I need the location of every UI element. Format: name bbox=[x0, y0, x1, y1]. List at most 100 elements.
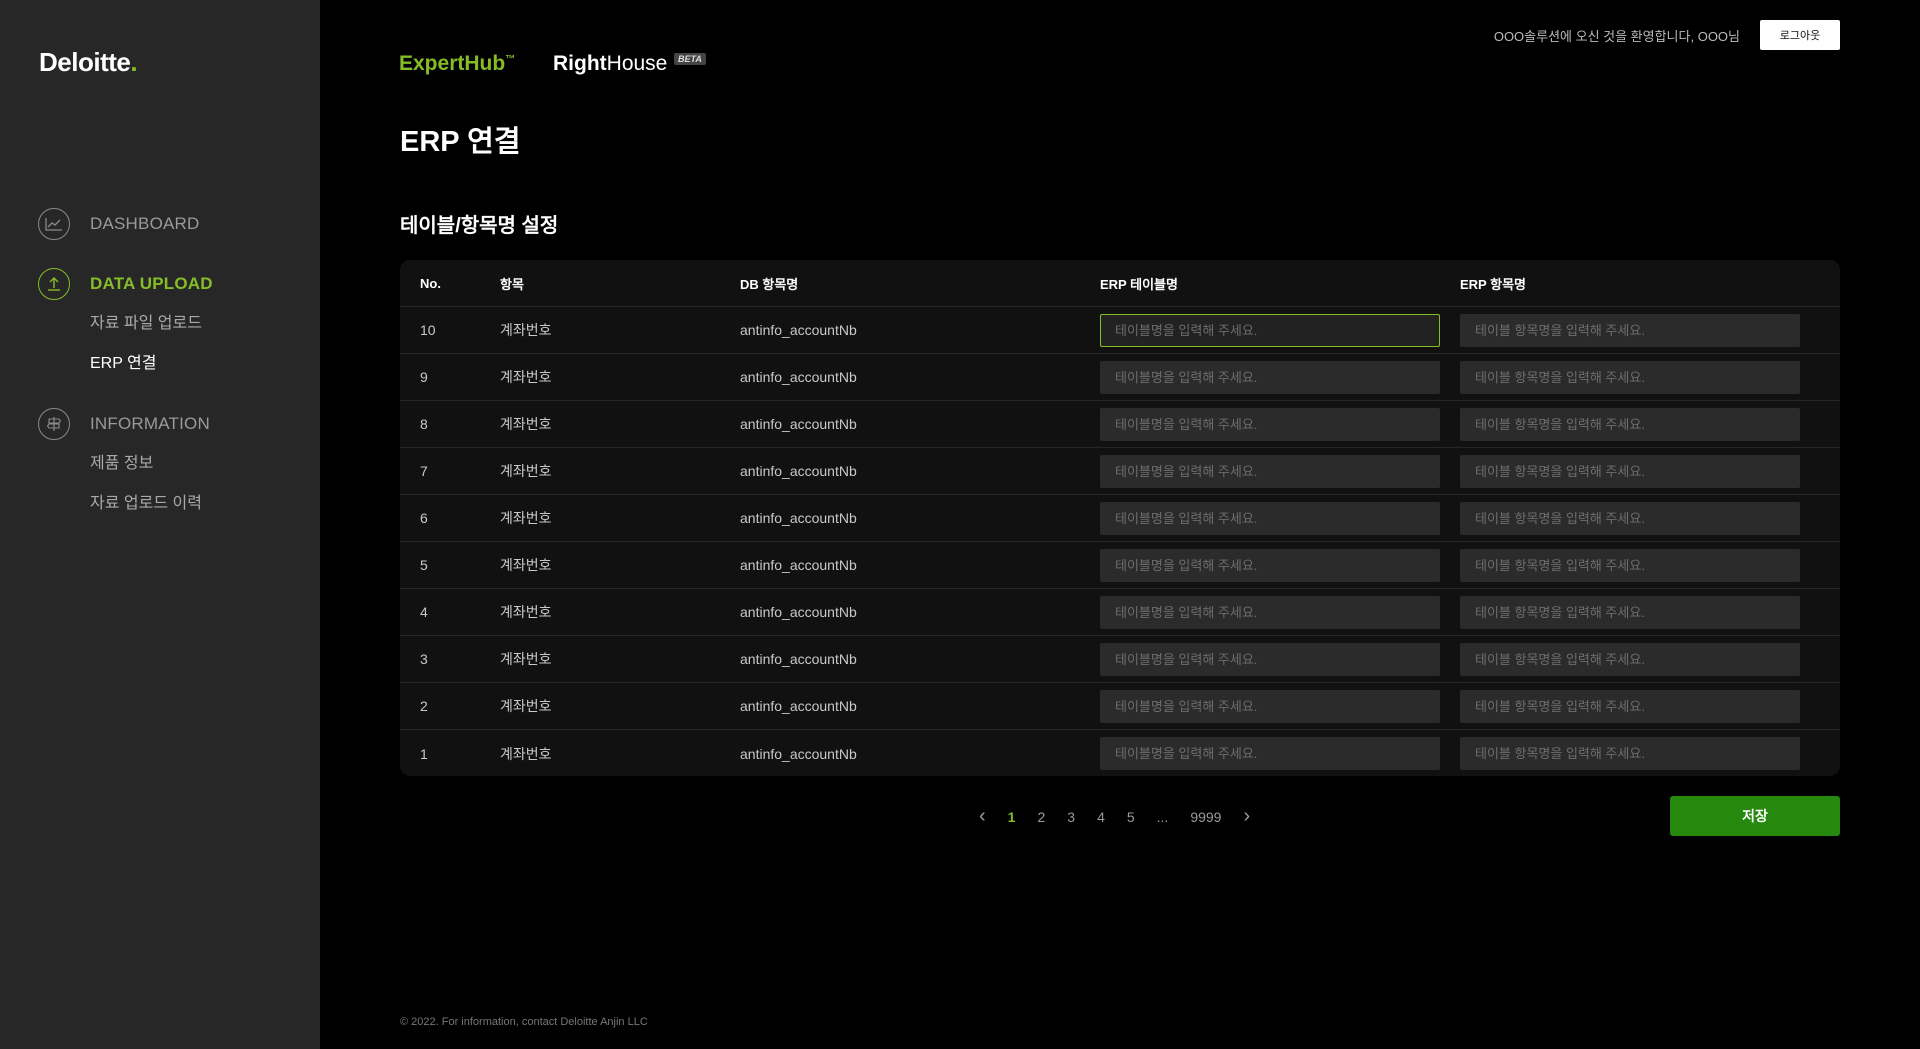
experthub-logo[interactable]: ExpertHub™ bbox=[399, 52, 515, 76]
cell-db-name: antinfo_accountNb bbox=[740, 745, 857, 762]
header-erp-table: ERP 테이블명 bbox=[1100, 276, 1178, 292]
table-row: 6 계좌번호 antinfo_accountNb bbox=[400, 495, 1840, 542]
erp-item-input[interactable] bbox=[1460, 595, 1800, 629]
cell-erp-item bbox=[1460, 595, 1840, 629]
logo-text: Deloitte bbox=[39, 47, 131, 77]
cell-no: 4 bbox=[420, 604, 428, 620]
nav-data-upload[interactable]: DATA UPLOAD 자료 파일 업로드 ERP 연결 bbox=[38, 268, 213, 384]
page-1[interactable]: 1 bbox=[1008, 809, 1016, 825]
page-last[interactable]: 9999 bbox=[1190, 809, 1221, 825]
nav-data-upload-label: DATA UPLOAD bbox=[90, 274, 213, 293]
table-row: 1 계좌번호 antinfo_accountNb bbox=[400, 730, 1840, 776]
cell-db-name: antinfo_accountNb bbox=[740, 557, 857, 573]
cell-item: 계좌번호 bbox=[500, 745, 552, 762]
cell-erp-table bbox=[1100, 313, 1460, 347]
cell-db-name: antinfo_accountNb bbox=[740, 604, 857, 620]
table-row: 10 계좌번호 antinfo_accountNb bbox=[400, 307, 1840, 354]
erp-table-input[interactable] bbox=[1100, 689, 1440, 723]
next-page-button[interactable]: › bbox=[1243, 805, 1250, 828]
page-2[interactable]: 2 bbox=[1037, 809, 1045, 825]
cell-item: 계좌번호 bbox=[500, 510, 552, 526]
erp-item-input[interactable] bbox=[1460, 407, 1800, 441]
cell-no: 1 bbox=[420, 745, 428, 762]
nav-dashboard[interactable]: DASHBOARD bbox=[38, 208, 200, 240]
sidebar-item-file-upload[interactable]: 자료 파일 업로드 bbox=[90, 304, 213, 344]
erp-table-input[interactable] bbox=[1100, 454, 1440, 488]
erp-item-input[interactable] bbox=[1460, 313, 1800, 347]
table-row: 3 계좌번호 antinfo_accountNb bbox=[400, 636, 1840, 683]
header-item: 항목 bbox=[500, 276, 524, 292]
cell-erp-item bbox=[1460, 642, 1840, 676]
erp-item-input[interactable] bbox=[1460, 454, 1800, 488]
nav-information-label: INFORMATION bbox=[90, 414, 210, 433]
page-ellipsis: ... bbox=[1156, 808, 1169, 825]
cell-no: 8 bbox=[420, 416, 428, 432]
righthouse-light: House bbox=[606, 52, 668, 75]
erp-item-input[interactable] bbox=[1460, 642, 1800, 676]
erp-item-input[interactable] bbox=[1460, 501, 1800, 535]
page-5[interactable]: 5 bbox=[1127, 809, 1135, 825]
righthouse-logo[interactable]: RightHouse bbox=[553, 52, 667, 76]
cell-erp-table bbox=[1100, 642, 1460, 676]
erp-table-input[interactable] bbox=[1100, 501, 1440, 535]
erp-item-input[interactable] bbox=[1460, 737, 1800, 770]
cell-no: 7 bbox=[420, 463, 428, 479]
table-row: 2 계좌번호 antinfo_accountNb bbox=[400, 683, 1840, 730]
nav-information[interactable]: INFORMATION 제품 정보 자료 업로드 이력 bbox=[38, 408, 210, 524]
cell-erp-table bbox=[1100, 689, 1460, 723]
page-3[interactable]: 3 bbox=[1067, 809, 1075, 825]
erp-table-input[interactable] bbox=[1100, 642, 1440, 676]
cell-db-name: antinfo_accountNb bbox=[740, 651, 857, 667]
table-header: No. 항목 DB 항목명 ERP 테이블명 ERP 항목명 bbox=[400, 260, 1840, 307]
cell-erp-table bbox=[1100, 407, 1460, 441]
cell-item: 계좌번호 bbox=[500, 416, 552, 432]
erp-table-input[interactable] bbox=[1100, 407, 1440, 441]
cell-item: 계좌번호 bbox=[500, 369, 552, 385]
cell-no: 2 bbox=[420, 698, 428, 714]
page-title: ERP 연결 bbox=[400, 126, 521, 158]
cell-db-name: antinfo_accountNb bbox=[740, 322, 857, 338]
erp-table-input[interactable] bbox=[1100, 595, 1440, 629]
cell-item: 계좌번호 bbox=[500, 604, 552, 620]
logout-button[interactable]: 로그아웃 bbox=[1760, 20, 1840, 50]
prev-page-button[interactable]: ‹ bbox=[979, 805, 986, 828]
sidebar: Deloitte. DASHBOARD DATA UPLOAD 자료 파일 업로… bbox=[0, 0, 320, 1049]
cell-erp-item bbox=[1460, 689, 1840, 723]
righthouse-bold: Right bbox=[553, 52, 607, 75]
cell-item: 계좌번호 bbox=[500, 651, 552, 667]
upload-icon bbox=[38, 268, 70, 300]
save-button[interactable]: 저장 bbox=[1670, 796, 1840, 836]
cell-db-name: antinfo_accountNb bbox=[740, 416, 857, 432]
erp-table-input[interactable] bbox=[1100, 548, 1440, 582]
cell-erp-item bbox=[1460, 360, 1840, 394]
cell-no: 3 bbox=[420, 651, 428, 667]
cell-erp-item bbox=[1460, 454, 1840, 488]
erp-table-input[interactable] bbox=[1100, 360, 1440, 394]
sidebar-item-upload-history[interactable]: 자료 업로드 이력 bbox=[90, 484, 210, 524]
cell-erp-item bbox=[1460, 313, 1840, 347]
erp-table-input[interactable] bbox=[1100, 737, 1440, 770]
erp-mapping-table: No. 항목 DB 항목명 ERP 테이블명 ERP 항목명 10 계좌번호 ant… bbox=[400, 260, 1840, 776]
erp-item-input[interactable] bbox=[1460, 548, 1800, 582]
deloitte-logo[interactable]: Deloitte. bbox=[39, 47, 138, 78]
cell-item: 계좌번호 bbox=[500, 557, 552, 573]
erp-table-input[interactable] bbox=[1100, 313, 1440, 347]
sidebar-item-erp-connect[interactable]: ERP 연결 bbox=[90, 344, 213, 384]
erp-item-input[interactable] bbox=[1460, 689, 1800, 723]
cell-no: 6 bbox=[420, 510, 428, 526]
logo-dot: . bbox=[130, 47, 138, 77]
cell-erp-item bbox=[1460, 548, 1840, 582]
cell-erp-item bbox=[1460, 737, 1840, 770]
sidebar-item-product-info[interactable]: 제품 정보 bbox=[90, 444, 210, 484]
page-4[interactable]: 4 bbox=[1097, 809, 1105, 825]
section-title: 테이블/항목명 설정 bbox=[400, 215, 559, 237]
cell-item: 계좌번호 bbox=[500, 463, 552, 479]
cell-erp-table bbox=[1100, 737, 1460, 770]
table-row: 9 계좌번호 antinfo_accountNb bbox=[400, 354, 1840, 401]
experthub-tm: ™ bbox=[505, 54, 516, 65]
beta-badge: BETA bbox=[674, 53, 706, 65]
signpost-icon bbox=[38, 408, 70, 440]
cell-erp-table bbox=[1100, 595, 1460, 629]
cell-db-name: antinfo_accountNb bbox=[740, 369, 857, 385]
erp-item-input[interactable] bbox=[1460, 360, 1800, 394]
